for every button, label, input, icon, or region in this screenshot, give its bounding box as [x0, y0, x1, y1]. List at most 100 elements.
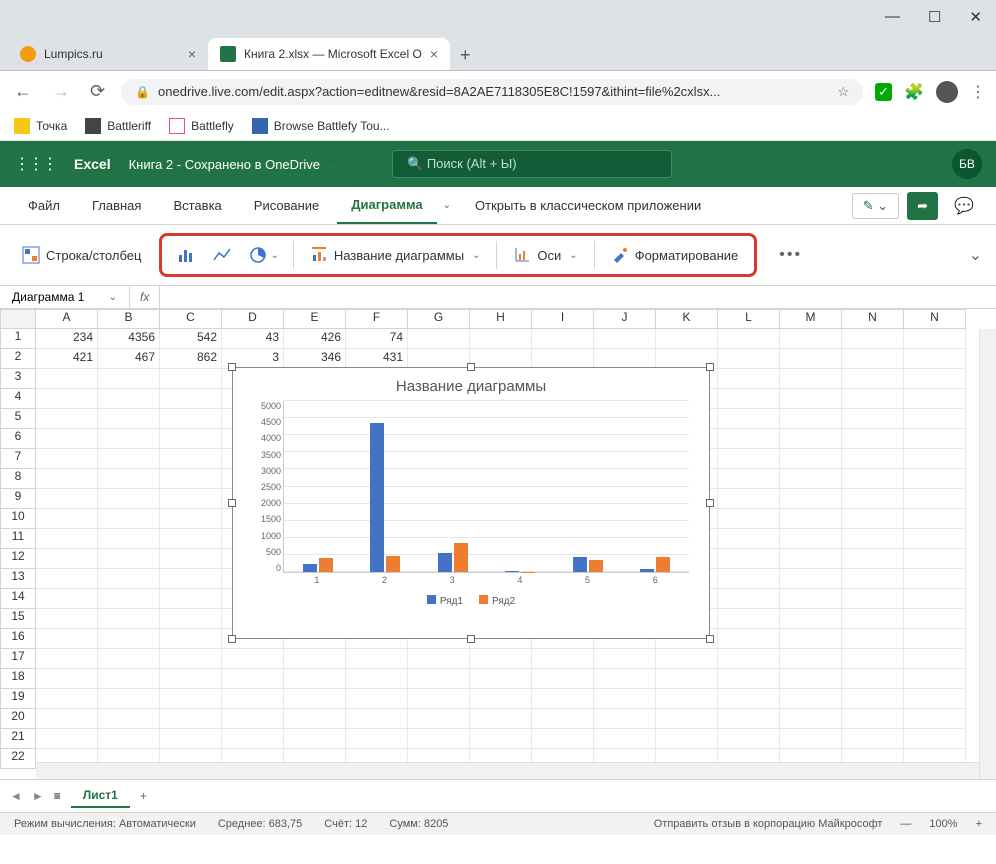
cell[interactable] [780, 449, 842, 469]
cell[interactable] [470, 729, 532, 749]
column-header[interactable]: N [904, 309, 966, 329]
formula-input[interactable] [160, 293, 996, 301]
cell[interactable] [160, 709, 222, 729]
cell[interactable] [842, 649, 904, 669]
cell[interactable] [346, 649, 408, 669]
chart-plot-area[interactable]: 5000450040003500300025002000150010005000… [283, 401, 689, 591]
cell[interactable] [780, 669, 842, 689]
cell[interactable] [470, 689, 532, 709]
row-header[interactable]: 4 [0, 389, 36, 409]
cell[interactable] [842, 729, 904, 749]
search-input[interactable]: 🔍 Поиск (Alt + Ы) [392, 150, 672, 178]
cell[interactable] [718, 669, 780, 689]
cell[interactable]: 421 [36, 349, 98, 369]
cell[interactable] [780, 709, 842, 729]
cell[interactable] [470, 709, 532, 729]
cell[interactable] [656, 709, 718, 729]
cell[interactable] [36, 509, 98, 529]
cell[interactable] [656, 329, 718, 349]
cell[interactable] [842, 629, 904, 649]
cell[interactable]: 234 [36, 329, 98, 349]
cell[interactable] [222, 689, 284, 709]
cell[interactable] [842, 509, 904, 529]
cell[interactable] [904, 469, 966, 489]
row-header[interactable]: 18 [0, 669, 36, 689]
cell[interactable] [36, 389, 98, 409]
cell[interactable] [842, 689, 904, 709]
comments-button[interactable]: 💬 [946, 192, 982, 220]
row-header[interactable]: 5 [0, 409, 36, 429]
cell[interactable] [222, 709, 284, 729]
column-header[interactable]: M [780, 309, 842, 329]
ribbon-collapse-chevron[interactable]: ⌄ [969, 245, 982, 265]
row-header[interactable]: 21 [0, 729, 36, 749]
new-tab-button[interactable]: + [450, 41, 481, 70]
browser-tab-lumpics[interactable]: Lumpics.ru × [8, 38, 208, 70]
cell[interactable] [780, 509, 842, 529]
cell[interactable] [780, 569, 842, 589]
app-launcher-icon[interactable]: ⋮⋮⋮ [14, 154, 56, 174]
cell[interactable] [36, 629, 98, 649]
forward-button[interactable]: → [48, 77, 74, 106]
cell[interactable] [160, 509, 222, 529]
cell[interactable] [284, 649, 346, 669]
column-header[interactable]: G [408, 309, 470, 329]
cell[interactable] [532, 669, 594, 689]
row-header[interactable]: 15 [0, 609, 36, 629]
cell[interactable] [780, 729, 842, 749]
horizontal-scrollbar[interactable] [36, 762, 979, 779]
cell[interactable] [98, 369, 160, 389]
extensions-icon[interactable]: 🧩 [904, 82, 924, 102]
feedback-link[interactable]: Отправить отзыв в корпорацию Майкрософт [654, 818, 883, 830]
cell[interactable] [36, 549, 98, 569]
cell[interactable] [160, 449, 222, 469]
column-header[interactable]: A [36, 309, 98, 329]
cell[interactable] [98, 509, 160, 529]
cell[interactable] [160, 389, 222, 409]
vertical-scrollbar[interactable] [979, 329, 996, 779]
cell[interactable] [594, 649, 656, 669]
cell[interactable] [780, 589, 842, 609]
add-sheet-button[interactable]: + [140, 789, 147, 803]
sheet-tab[interactable]: Лист1 [71, 784, 130, 808]
chart-legend[interactable]: Ряд1Ряд2 [233, 591, 709, 611]
cell[interactable] [160, 489, 222, 509]
cell[interactable] [904, 449, 966, 469]
cell[interactable] [98, 589, 160, 609]
cell[interactable] [904, 389, 966, 409]
cell[interactable] [718, 449, 780, 469]
cell[interactable] [842, 569, 904, 589]
reload-button[interactable]: ⟳ [86, 77, 109, 106]
back-button[interactable]: ← [10, 77, 36, 106]
row-header[interactable]: 8 [0, 469, 36, 489]
cell[interactable] [98, 709, 160, 729]
extension-icon[interactable]: ✓ [875, 83, 892, 101]
bar-chart-button[interactable] [170, 241, 202, 269]
select-all-corner[interactable] [0, 309, 36, 329]
cell[interactable] [160, 469, 222, 489]
cell[interactable] [904, 349, 966, 369]
cell[interactable] [780, 329, 842, 349]
cell[interactable] [98, 449, 160, 469]
tab-chart[interactable]: Диаграмма [337, 187, 436, 224]
cell[interactable] [532, 649, 594, 669]
bookmark-item[interactable]: Battleriff [85, 118, 151, 134]
cell[interactable] [36, 529, 98, 549]
cell[interactable] [532, 709, 594, 729]
cell[interactable] [408, 669, 470, 689]
cell[interactable] [656, 349, 718, 369]
bookmark-item[interactable]: Точка [14, 118, 67, 134]
cell[interactable] [408, 729, 470, 749]
cell[interactable] [470, 349, 532, 369]
cell[interactable] [842, 549, 904, 569]
cell[interactable] [98, 429, 160, 449]
cell[interactable] [718, 489, 780, 509]
ribbon-overflow[interactable]: ••• [779, 246, 802, 264]
share-button[interactable]: ➦ [907, 192, 938, 220]
cell[interactable] [780, 609, 842, 629]
cell[interactable] [160, 609, 222, 629]
cell[interactable] [346, 689, 408, 709]
cell[interactable] [36, 569, 98, 589]
cell[interactable] [470, 669, 532, 689]
menu-icon[interactable]: ⋮ [970, 82, 986, 102]
